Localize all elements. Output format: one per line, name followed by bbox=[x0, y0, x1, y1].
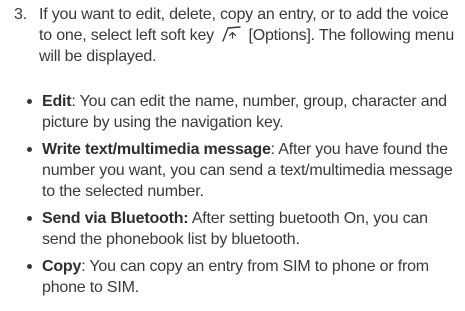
list-item-edit: Edit: You can edit the name, number, gro… bbox=[25, 91, 461, 133]
list-item-copy: Copy: You can copy an entry from SIM to … bbox=[25, 256, 461, 298]
step-number: 3. bbox=[14, 6, 27, 23]
options-menu-list: Edit: You can edit the name, number, gro… bbox=[25, 91, 461, 304]
item-term: Send via Bluetooth: bbox=[42, 210, 189, 227]
bullet-icon bbox=[27, 216, 32, 221]
list-item-send-via-bluetooth: Send via Bluetooth: After setting buetoo… bbox=[25, 208, 461, 250]
bullet-icon bbox=[27, 99, 32, 104]
item-separator: : bbox=[71, 93, 80, 110]
bullet-icon bbox=[27, 147, 32, 152]
item-description: You can edit the name, number, group, ch… bbox=[42, 93, 447, 131]
item-term: Write text/multimedia message bbox=[42, 141, 271, 158]
left-soft-key-icon bbox=[220, 26, 242, 42]
step-text: If you want to edit, delete, copy an ent… bbox=[39, 4, 462, 67]
item-term: Copy bbox=[42, 258, 82, 275]
item-description: You can copy an entry from SIM to phone … bbox=[42, 258, 429, 296]
manual-page: 3. If you want to edit, delete, copy an … bbox=[0, 0, 465, 311]
list-item-write-message: Write text/multimedia message: After you… bbox=[25, 139, 461, 202]
step-3: 3. If you want to edit, delete, copy an … bbox=[14, 4, 462, 67]
item-term: Edit bbox=[42, 93, 72, 110]
bullet-icon bbox=[27, 264, 32, 269]
